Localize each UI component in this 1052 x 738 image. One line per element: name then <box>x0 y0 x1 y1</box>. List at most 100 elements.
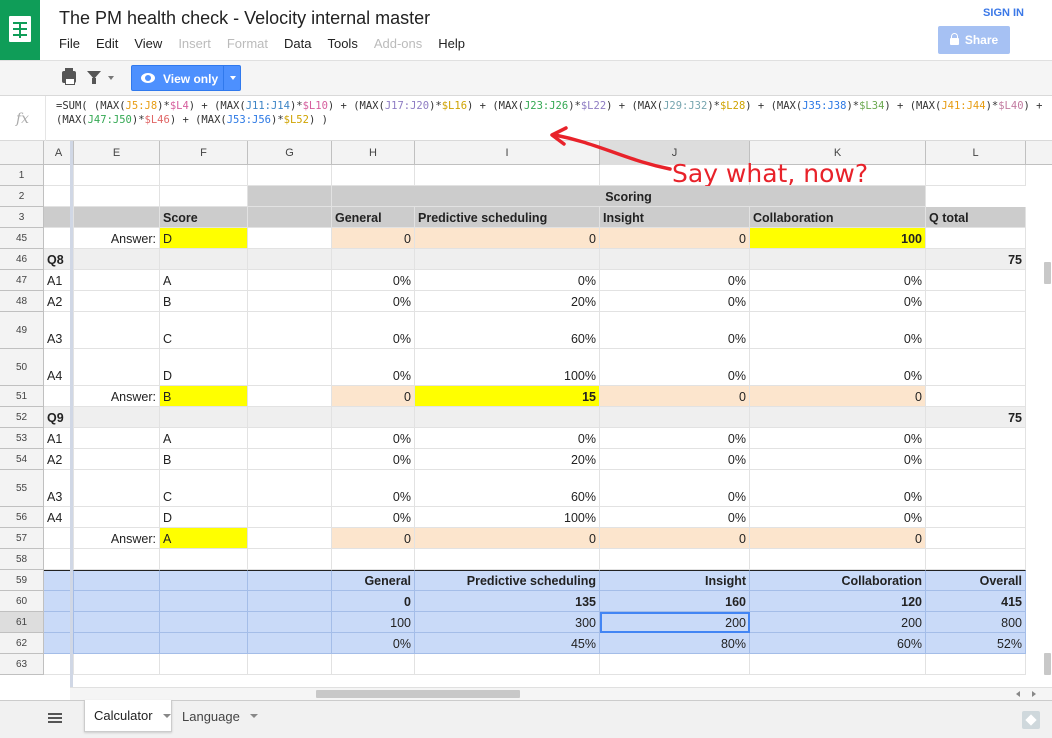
cell-i61[interactable]: 300 <box>415 612 600 633</box>
cell-e1[interactable] <box>74 165 160 186</box>
cell-f47[interactable]: A <box>160 270 248 291</box>
cell-f46[interactable] <box>160 249 248 270</box>
cell-e57[interactable]: Answer: <box>74 528 160 549</box>
cell-i46[interactable] <box>415 249 600 270</box>
print-icon[interactable] <box>62 68 76 85</box>
cell-l49[interactable] <box>926 312 1026 349</box>
cell-g61[interactable] <box>248 612 332 633</box>
cell-h51[interactable]: 0 <box>332 386 415 407</box>
cell-j56[interactable]: 0% <box>600 507 750 528</box>
menu-tools[interactable]: Tools <box>327 36 357 51</box>
cell-k45[interactable]: 100 <box>750 228 926 249</box>
cell-l3[interactable]: Q total <box>926 207 1026 228</box>
chevron-down-icon[interactable] <box>249 714 258 718</box>
row-header[interactable]: 55 <box>0 470 44 507</box>
row-header[interactable]: 3 <box>0 207 44 228</box>
cell-j53[interactable]: 0% <box>600 428 750 449</box>
cell-g60[interactable] <box>248 591 332 612</box>
cell-f52[interactable] <box>160 407 248 428</box>
cell-j58[interactable] <box>600 549 750 570</box>
cell-i45[interactable]: 0 <box>415 228 600 249</box>
column-header-f[interactable]: F <box>160 141 248 165</box>
cell-e58[interactable] <box>74 549 160 570</box>
row-header[interactable]: 56 <box>0 507 44 528</box>
row-header[interactable]: 2 <box>0 186 44 207</box>
cell-f57[interactable]: A <box>160 528 248 549</box>
horizontal-scrollbar-thumb[interactable] <box>316 690 520 698</box>
cell-g56[interactable] <box>248 507 332 528</box>
cell-k51[interactable]: 0 <box>750 386 926 407</box>
cell-i56[interactable]: 100% <box>415 507 600 528</box>
chevron-down-icon[interactable] <box>108 76 114 80</box>
cell-h57[interactable]: 0 <box>332 528 415 549</box>
cell-k48[interactable]: 0% <box>750 291 926 312</box>
cell-l58[interactable] <box>926 549 1026 570</box>
cell-j57[interactable]: 0 <box>600 528 750 549</box>
cell-i58[interactable] <box>415 549 600 570</box>
column-header-l[interactable]: L <box>926 141 1026 165</box>
cell-h1[interactable] <box>332 165 415 186</box>
row-header[interactable]: 46 <box>0 249 44 270</box>
cell-i49[interactable]: 60% <box>415 312 600 349</box>
spreadsheet-grid[interactable]: AEFGHIJKL 1 2 Scoring 3 Score General Predicti… <box>0 141 1052 687</box>
cell-k47[interactable]: 0% <box>750 270 926 291</box>
cell-j49[interactable]: 0% <box>600 312 750 349</box>
cell-f54[interactable]: B <box>160 449 248 470</box>
row-header[interactable]: 54 <box>0 449 44 470</box>
scroll-right-icon[interactable] <box>1032 691 1036 697</box>
cell-g3[interactable] <box>248 207 332 228</box>
cell-k46[interactable] <box>750 249 926 270</box>
horizontal-scrollbar[interactable] <box>70 687 1052 700</box>
cell-h56[interactable]: 0% <box>332 507 415 528</box>
menu-view[interactable]: View <box>134 36 162 51</box>
cell-k50[interactable]: 0% <box>750 349 926 386</box>
select-all-corner[interactable] <box>0 141 44 165</box>
cell-h50[interactable]: 0% <box>332 349 415 386</box>
cell-j62[interactable]: 80% <box>600 633 750 654</box>
row-header[interactable]: 61 <box>0 612 44 633</box>
sheets-logo-icon[interactable] <box>0 0 40 60</box>
cell-j3[interactable]: Insight <box>600 207 750 228</box>
cell-e60[interactable] <box>74 591 160 612</box>
cell-f49[interactable]: C <box>160 312 248 349</box>
cell-f51[interactable]: B <box>160 386 248 407</box>
cell-g49[interactable] <box>248 312 332 349</box>
cell-j63[interactable] <box>600 654 750 675</box>
cell-i59[interactable]: Predictive scheduling <box>415 570 600 591</box>
cell-f60[interactable] <box>160 591 248 612</box>
cell-h45[interactable]: 0 <box>332 228 415 249</box>
cell-l60[interactable]: 415 <box>926 591 1026 612</box>
cell-l55[interactable] <box>926 470 1026 507</box>
cell-f1[interactable] <box>160 165 248 186</box>
cell-l54[interactable] <box>926 449 1026 470</box>
cell-g52[interactable] <box>248 407 332 428</box>
cell-l57[interactable] <box>926 528 1026 549</box>
row-header[interactable]: 1 <box>0 165 44 186</box>
menu-help[interactable]: Help <box>438 36 465 51</box>
cell-e50[interactable] <box>74 349 160 386</box>
cell-h60[interactable]: 0 <box>332 591 415 612</box>
menu-data[interactable]: Data <box>284 36 311 51</box>
cell-i3[interactable]: Predictive scheduling <box>415 207 600 228</box>
sign-in-link[interactable]: SIGN IN <box>983 7 1024 19</box>
cell-i2[interactable]: Scoring <box>332 186 926 207</box>
cell-g57[interactable] <box>248 528 332 549</box>
cell-f59[interactable] <box>160 570 248 591</box>
all-sheets-menu-icon[interactable] <box>48 713 62 725</box>
cell-e48[interactable] <box>74 291 160 312</box>
cell-l48[interactable] <box>926 291 1026 312</box>
cell-g45[interactable] <box>248 228 332 249</box>
cell-l52[interactable]: 75 <box>926 407 1026 428</box>
cell-i47[interactable]: 0% <box>415 270 600 291</box>
cell-e56[interactable] <box>74 507 160 528</box>
cell-l51[interactable] <box>926 386 1026 407</box>
cell-h49[interactable]: 0% <box>332 312 415 349</box>
column-header-e[interactable]: E <box>74 141 160 165</box>
cell-k54[interactable]: 0% <box>750 449 926 470</box>
cell-g51[interactable] <box>248 386 332 407</box>
cell-f45[interactable]: D <box>160 228 248 249</box>
row-header[interactable]: 47 <box>0 270 44 291</box>
cell-k58[interactable] <box>750 549 926 570</box>
cell-g62[interactable] <box>248 633 332 654</box>
cell-j46[interactable] <box>600 249 750 270</box>
